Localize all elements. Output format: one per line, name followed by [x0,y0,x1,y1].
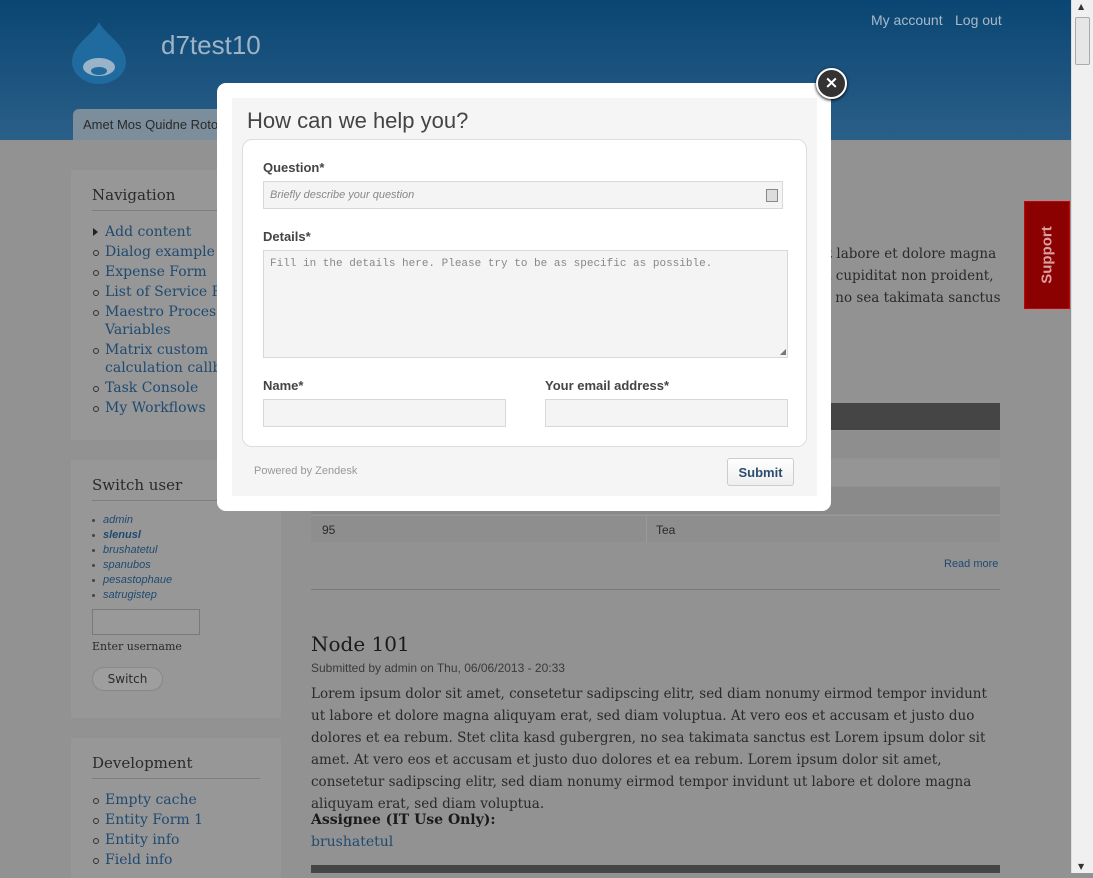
support-label: Support [1038,226,1056,284]
question-label: Question* [263,160,325,175]
details-label: Details* [263,229,311,244]
details-placeholder: Fill in the details here. Please try to … [270,258,713,270]
user-link[interactable]: spanubos [92,558,260,573]
site-name[interactable]: d7test10 [161,30,261,61]
help-form: Question* Briefly describe your question… [242,139,807,447]
details-textarea[interactable]: Fill in the details here. Please try to … [263,250,788,358]
log-out-link[interactable]: Log out [955,12,1002,28]
menu-tab[interactable]: Amet Mos Quidne Roto [73,109,223,140]
table-cell: Tea [656,523,676,537]
support-tab[interactable]: Support [1024,201,1070,309]
question-input[interactable]: Briefly describe your question [263,181,783,209]
user-link[interactable]: pesastophaue [92,573,260,588]
development-block: Development Empty cache Entity Form 1 En… [71,738,281,878]
read-more-link[interactable]: Read more [944,558,998,570]
name-label: Name* [263,378,304,393]
node-submitted: Submitted by admin on Thu, 06/06/2013 - … [311,661,565,675]
dev-item[interactable]: Entity info [92,831,260,849]
divider [311,589,1000,590]
email-label: Your email address* [545,378,670,393]
assignee-label: Assignee (IT Use Only): [311,812,496,828]
dev-item[interactable]: Entity Form 1 [92,811,260,829]
assignee-link[interactable]: brushatetul [311,834,393,850]
my-account-link[interactable]: My account [871,12,943,28]
table-header [311,865,1000,873]
scroll-up-icon[interactable]: ▲ [1078,2,1084,11]
node-body: Lorem ipsum dolor sit amet, consetetur s… [311,686,987,812]
scrollbar[interactable]: ▲ ▼ [1071,0,1093,873]
scrollbar-thumb[interactable] [1075,17,1090,65]
username-input[interactable] [92,609,200,635]
modal-title: How can we help you? [247,108,469,133]
powered-by-zendesk[interactable]: Powered by Zendesk [254,465,357,477]
resize-handle-icon[interactable]: ◢ [780,347,786,356]
scroll-down-icon[interactable]: ▼ [1078,862,1084,871]
text-fragment: n, no sea takimata sanctus [818,290,1001,306]
submit-button[interactable]: Submit [727,458,794,486]
question-placeholder: Briefly describe your question [270,189,415,201]
table-row: 95 Tea [311,515,1000,543]
development-title: Development [92,754,260,779]
switch-button[interactable]: Switch [92,667,163,691]
drupal-logo[interactable] [70,20,128,84]
email-input[interactable] [545,399,788,427]
help-modal: How can we help you? Question* Briefly d… [217,83,831,511]
text-fragment: ut labore et dolore magna [818,246,997,262]
table-cell: 95 [322,523,336,537]
user-link[interactable]: slenusl [92,528,260,543]
user-link[interactable]: satrugistep [92,588,260,603]
user-link[interactable]: admin [92,513,260,528]
name-input[interactable] [263,399,506,427]
node-title[interactable]: Node 101 [311,632,410,656]
user-link[interactable]: brushatetul [92,543,260,558]
close-icon[interactable]: × [816,68,847,99]
text-fragment: at cupiditat non proident, [818,268,994,284]
username-label: Enter username [92,640,182,653]
dev-item[interactable]: Empty cache [92,791,260,809]
contact-card-icon [766,189,778,202]
dev-item[interactable]: Field info [92,851,260,869]
